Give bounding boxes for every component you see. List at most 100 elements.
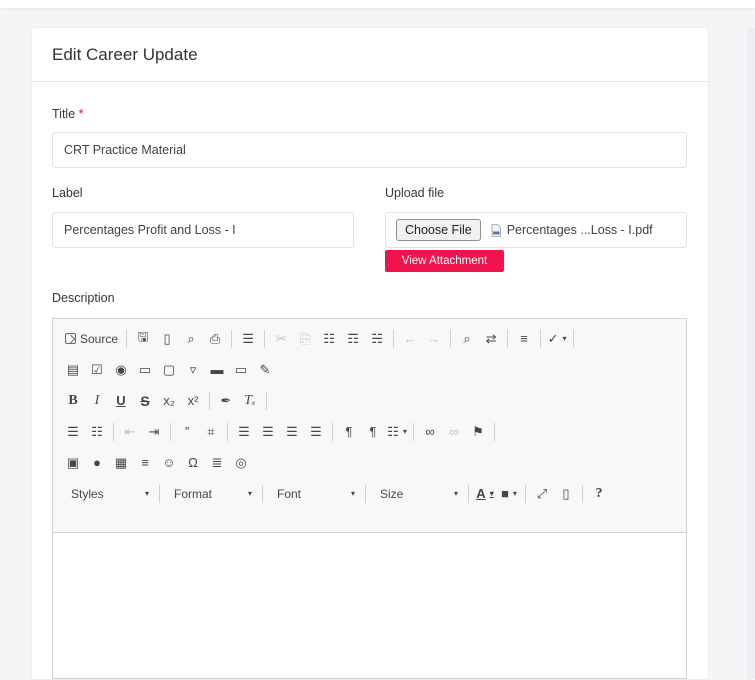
preview-icon[interactable]: ⌕ (179, 328, 203, 350)
textarea-icon[interactable]: ▢ (157, 359, 181, 381)
blockquote-icon[interactable]: ” (175, 421, 199, 443)
show-blocks-icon[interactable]: ▯ (554, 483, 578, 505)
toolbar-separator (540, 329, 542, 348)
styles-label: Styles (71, 486, 104, 501)
title-input[interactable]: CRT Practice Material (52, 132, 687, 168)
rtl-icon[interactable]: ¶ (361, 421, 385, 443)
styles-dropdown[interactable]: Styles ▾ (61, 483, 155, 505)
chevron-down-icon: ▾ (402, 427, 407, 436)
help-icon[interactable]: ? (587, 483, 611, 505)
copy-formatting-icon[interactable]: ✒ (214, 390, 238, 412)
choose-file-button[interactable]: Choose File (396, 219, 481, 241)
size-dropdown[interactable]: Size ▾ (370, 483, 464, 505)
text-color-icon[interactable]: A ▾ (473, 483, 497, 505)
templates-icon[interactable]: ☰ (236, 328, 260, 350)
title-field-label: Title * (52, 107, 84, 121)
format-dropdown[interactable]: Format ▾ (164, 483, 258, 505)
paste-from-word-icon[interactable]: ☵ (365, 328, 389, 350)
rich-text-editor: Source 🖫 ▯ ⌕ ⎙ ☰ ✂ ⎘ ☷ ☶ ☵ ← → ⌕ ⇄ ≡ ✓ ▾… (52, 318, 687, 679)
upload-file-label: Upload file (385, 186, 445, 200)
underline-icon[interactable]: U (109, 390, 133, 412)
toolbar-row-4: ☰ ☷ ⇤ ⇥ ” ⌗ ☰ ☰ ☰ ☰ ¶ ¶ ☷ ▾ ∞ ∞ ⚑ (61, 416, 680, 447)
anchor-flag-icon[interactable]: ⚑ (466, 421, 490, 443)
iframe-globe-icon[interactable]: ◎ (229, 452, 253, 474)
align-center-icon[interactable]: ☰ (256, 421, 280, 443)
size-label: Size (380, 486, 404, 501)
subscript-icon[interactable]: x₂ (157, 390, 181, 412)
save-icon[interactable]: 🖫 (131, 328, 155, 350)
redo-icon[interactable]: → (422, 328, 446, 350)
italic-icon[interactable]: I (85, 390, 109, 412)
language-icon[interactable]: ☷ ▾ (385, 421, 409, 443)
indent-icon[interactable]: ⇥ (142, 421, 166, 443)
checkbox-icon[interactable]: ☑ (85, 359, 109, 381)
copy-icon[interactable]: ⎘ (293, 328, 317, 350)
image-icon[interactable]: ▣ (61, 452, 85, 474)
print-icon[interactable]: ⎙ (203, 328, 227, 350)
top-bar (0, 0, 755, 8)
special-char-icon[interactable]: Ω (181, 452, 205, 474)
file-input[interactable]: Choose File Percentages ...Loss - I.pdf (385, 212, 687, 248)
align-right-icon[interactable]: ☰ (280, 421, 304, 443)
select-icon[interactable]: ▿ (181, 359, 205, 381)
remove-format-icon[interactable]: Tₓ (238, 390, 262, 412)
background-color-icon[interactable]: ■ ▾ (497, 483, 521, 505)
spellcheck-icon[interactable]: ✓ ▾ (545, 328, 569, 350)
align-left-icon[interactable]: ☰ (232, 421, 256, 443)
strikethrough-icon[interactable]: S (133, 390, 157, 412)
radio-icon[interactable]: ◉ (109, 359, 133, 381)
superscript-icon[interactable]: x² (181, 390, 205, 412)
table-icon[interactable]: ▦ (109, 452, 133, 474)
text-field-icon[interactable]: ▭ (133, 359, 157, 381)
view-attachment-button[interactable]: View Attachment (385, 250, 504, 272)
form-icon[interactable]: ▤ (61, 359, 85, 381)
source-button[interactable]: Source (61, 328, 122, 350)
create-div-icon[interactable]: ⌗ (199, 421, 223, 443)
smiley-icon[interactable]: ☺ (157, 452, 181, 474)
label-input[interactable]: Percentages Profit and Loss - I (52, 212, 354, 248)
toolbar-separator (113, 422, 114, 441)
toolbar-separator (393, 329, 395, 348)
maximize-icon[interactable]: ⤢ (530, 483, 554, 505)
find-icon[interactable]: ⌕ (455, 328, 479, 350)
new-page-icon[interactable]: ▯ (155, 328, 179, 350)
bold-icon[interactable]: B (61, 390, 85, 412)
chevron-down-icon: ▾ (247, 489, 252, 498)
replace-icon[interactable]: ⇄ (479, 328, 503, 350)
toolbar-row-5: ▣ ● ▦ ≡ ☺ Ω ≣ ◎ (61, 447, 680, 478)
font-dropdown[interactable]: Font ▾ (267, 483, 361, 505)
button-icon[interactable]: ▬ (205, 359, 229, 381)
hidden-field-icon[interactable]: ✎ (253, 359, 277, 381)
toolbar-separator (227, 422, 228, 441)
justify-icon[interactable]: ☰ (304, 421, 328, 443)
paste-icon[interactable]: ☷ (317, 328, 341, 350)
toolbar-separator (159, 484, 160, 503)
cut-icon[interactable]: ✂ (269, 328, 293, 350)
horizontal-line-icon[interactable]: ≡ (133, 452, 157, 474)
paste-text-icon[interactable]: ☶ (341, 328, 365, 350)
toolbar-separator (126, 329, 128, 348)
numbered-list-icon[interactable]: ☰ (61, 421, 85, 443)
editor-content-area[interactable] (53, 533, 686, 680)
outdent-icon[interactable]: ⇤ (118, 421, 142, 443)
chevron-down-icon: ▾ (350, 489, 355, 498)
page-right-edge (747, 28, 755, 679)
selected-file-name: Percentages ...Loss - I.pdf (506, 223, 653, 237)
toolbar-separator (209, 391, 210, 410)
toolbar-row-1: Source 🖫 ▯ ⌕ ⎙ ☰ ✂ ⎘ ☷ ☶ ☵ ← → ⌕ ⇄ ≡ ✓ ▾ (61, 323, 680, 354)
toolbar-separator (264, 329, 266, 348)
undo-icon[interactable]: ← (398, 328, 422, 350)
image-button-icon[interactable]: ▭ (229, 359, 253, 381)
toolbar-separator (413, 422, 414, 441)
unlink-icon[interactable]: ∞ (442, 421, 466, 443)
flash-icon[interactable]: ● (85, 452, 109, 474)
link-icon[interactable]: ∞ (418, 421, 442, 443)
label-field-label: Label (52, 186, 83, 200)
toolbar-separator (170, 422, 171, 441)
ltr-icon[interactable]: ¶ (337, 421, 361, 443)
toolbar-separator (582, 484, 583, 503)
toolbar-separator (332, 422, 333, 441)
page-break-icon[interactable]: ≣ (205, 452, 229, 474)
select-all-icon[interactable]: ≡ (512, 328, 536, 350)
bulleted-list-icon[interactable]: ☷ (85, 421, 109, 443)
